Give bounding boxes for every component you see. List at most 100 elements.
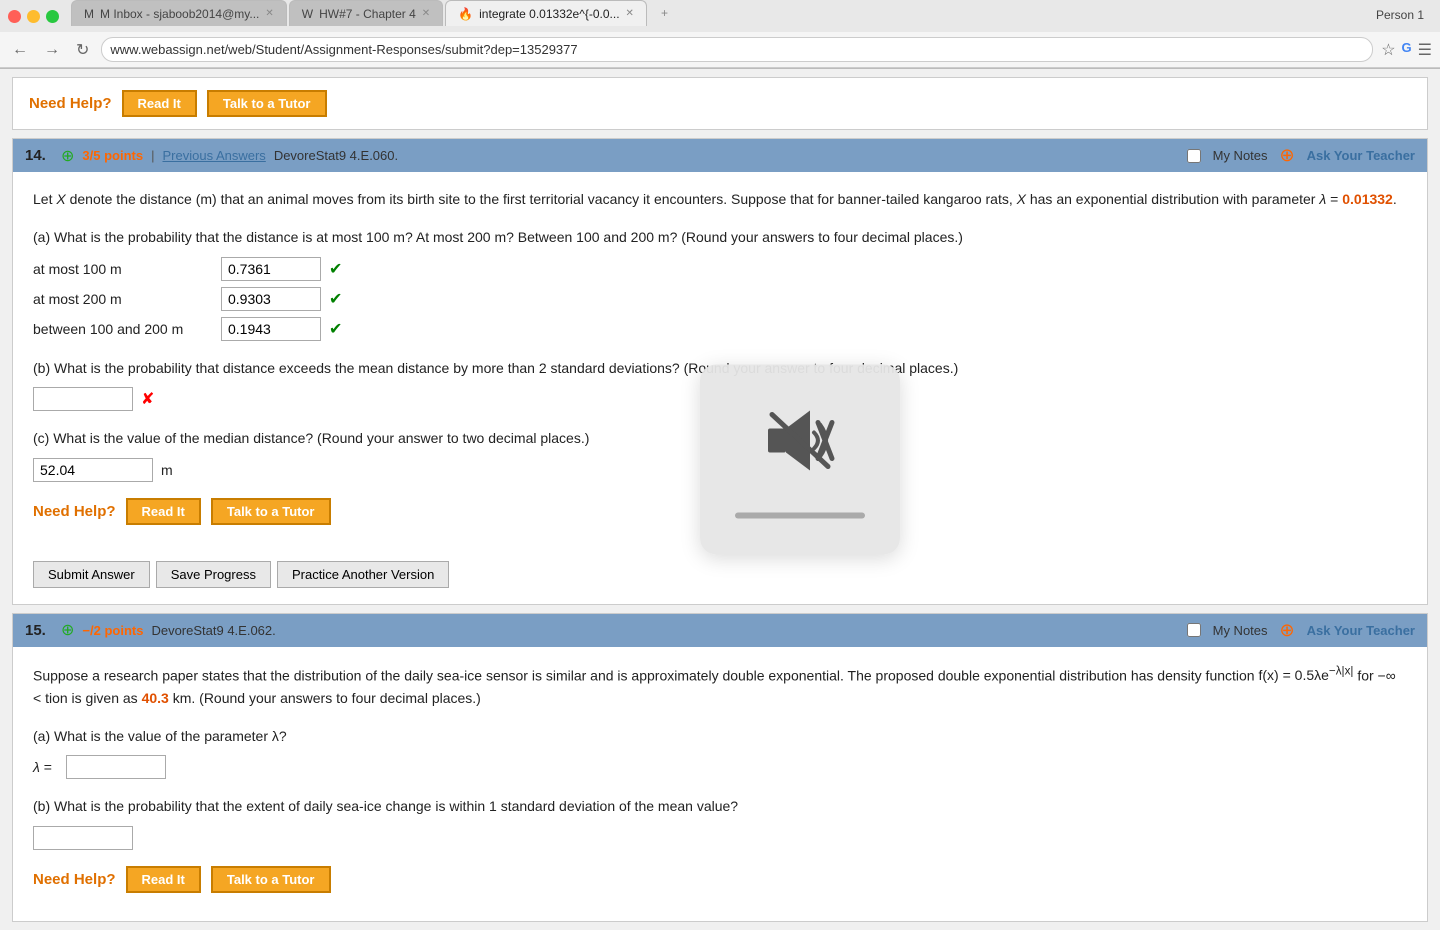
answer-input-b15[interactable] (33, 826, 133, 850)
answer-row-200m: at most 200 m ✔ (33, 287, 1407, 311)
question-14-prev-answers[interactable]: Previous Answers (162, 148, 265, 163)
part-a-label-15: (a) What is the value of the parameter λ… (33, 725, 1407, 747)
between-label: between 100 and 200 m (33, 321, 213, 337)
ask-teacher-plus-icon-15: ⊕ (1280, 620, 1295, 641)
checkmark-between: ✔ (329, 319, 342, 339)
need-help-label: Need Help? (29, 95, 112, 112)
question-15-text: Suppose a research paper states that the… (33, 663, 1407, 709)
answer-input-b[interactable] (33, 387, 133, 411)
answer-row-100m: at most 100 m ✔ (33, 257, 1407, 281)
answer-input-lambda[interactable] (66, 755, 166, 779)
muted-progress-bar (735, 513, 865, 519)
tab-label: HW#7 - Chapter 4 (319, 7, 416, 21)
browser-chrome: M M Inbox - sjaboob2014@my... ✕ W HW#7 -… (0, 0, 1440, 69)
address-bar: ← → ↻ www.webassign.net/web/Student/Assi… (0, 32, 1440, 68)
maximize-window-button[interactable] (46, 10, 59, 23)
tab-close-icon[interactable]: ✕ (626, 8, 634, 19)
tab-close-icon[interactable]: ✕ (265, 8, 273, 19)
action-buttons-14: Submit Answer Save Progress Practice Ano… (13, 553, 1427, 604)
top-question-section: Need Help? Read It Talk to a Tutor (12, 77, 1428, 130)
tab-favicon: W (302, 7, 313, 21)
answer-row-lambda: λ = (33, 755, 1407, 779)
at-most-100-label: at most 100 m (33, 261, 213, 277)
question-14-number: 14. (25, 147, 53, 164)
talk-to-tutor-button-15[interactable]: Talk to a Tutor (211, 866, 331, 893)
google-icon[interactable]: G (1402, 40, 1412, 60)
title-bar: M M Inbox - sjaboob2014@my... ✕ W HW#7 -… (0, 0, 1440, 32)
need-help-row-15: Need Help? Read It Talk to a Tutor (33, 866, 1407, 893)
answer-row-between: between 100 and 200 m ✔ (33, 317, 1407, 341)
tab-favicon: 🔥 (458, 7, 473, 21)
tab-inbox[interactable]: M M Inbox - sjaboob2014@my... ✕ (71, 0, 287, 26)
read-it-button-14[interactable]: Read It (126, 498, 201, 525)
question-15-points: −/2 points (82, 623, 143, 638)
close-window-button[interactable] (8, 10, 21, 23)
tab-close-icon[interactable]: ✕ (422, 8, 430, 19)
talk-to-tutor-button-top[interactable]: Talk to a Tutor (207, 90, 327, 117)
save-progress-button[interactable]: Save Progress (156, 561, 271, 588)
question-15-source: DevoreStat9 4.E.062. (151, 623, 275, 638)
back-button[interactable]: ← (8, 39, 32, 61)
refresh-button[interactable]: ↻ (72, 38, 93, 62)
question-15-block: 15. ⊕ −/2 points DevoreStat9 4.E.062. My… (12, 613, 1428, 922)
median-unit: m (161, 462, 173, 478)
x-mark-b: ✘ (141, 389, 154, 409)
checkmark-100m: ✔ (329, 259, 342, 279)
green-plus-icon-15: ⊕ (61, 620, 74, 640)
address-icons: ☆ G ☰ (1381, 40, 1432, 60)
question-15-body: Suppose a research paper states that the… (13, 647, 1427, 921)
part-b-label-15: (b) What is the probability that the ext… (33, 795, 1407, 817)
muted-overlay (700, 365, 900, 555)
question-14-header-right: My Notes ⊕ Ask Your Teacher (1187, 145, 1415, 166)
talk-to-tutor-button-14[interactable]: Talk to a Tutor (211, 498, 331, 525)
my-notes-checkbox-14[interactable] (1187, 149, 1201, 163)
need-help-label-14: Need Help? (33, 503, 116, 520)
answer-input-c[interactable] (33, 458, 153, 482)
read-it-button-top[interactable]: Read It (122, 90, 197, 117)
question-15-header: 15. ⊕ −/2 points DevoreStat9 4.E.062. My… (13, 614, 1427, 647)
ask-teacher-label-15[interactable]: Ask Your Teacher (1307, 623, 1415, 638)
checkmark-200m: ✔ (329, 289, 342, 309)
part-b-section-15: (b) What is the probability that the ext… (33, 795, 1407, 849)
at-most-200-label: at most 200 m (33, 291, 213, 307)
practice-another-button[interactable]: Practice Another Version (277, 561, 449, 588)
need-help-row-top: Need Help? Read It Talk to a Tutor (29, 90, 1411, 117)
need-help-label-15: Need Help? (33, 871, 116, 888)
answer-input-200m[interactable] (221, 287, 321, 311)
ask-teacher-plus-icon-14: ⊕ (1280, 145, 1295, 166)
question-15-header-right: My Notes ⊕ Ask Your Teacher (1187, 620, 1415, 641)
tab-label: integrate 0.01332e^{-0.0... (479, 7, 619, 21)
url-bar[interactable]: www.webassign.net/web/Student/Assignment… (101, 37, 1373, 62)
my-notes-checkbox-15[interactable] (1187, 623, 1201, 637)
bookmark-icon[interactable]: ☆ (1381, 40, 1395, 60)
menu-icon[interactable]: ☰ (1418, 40, 1432, 60)
tab-integrate[interactable]: 🔥 integrate 0.01332e^{-0.0... ✕ (445, 0, 647, 26)
read-it-button-15[interactable]: Read It (126, 866, 201, 893)
question-14-points: 3/5 points (82, 148, 143, 163)
my-notes-label-15: My Notes (1213, 623, 1268, 638)
muted-icon (760, 401, 840, 497)
person-label: Person 1 (1368, 4, 1432, 26)
submit-answer-button[interactable]: Submit Answer (33, 561, 150, 588)
green-plus-icon: ⊕ (61, 146, 74, 166)
window-buttons (8, 10, 59, 23)
ask-teacher-label-14[interactable]: Ask Your Teacher (1307, 148, 1415, 163)
tab-favicon: M (84, 7, 94, 21)
minimize-window-button[interactable] (27, 10, 40, 23)
tab-label: M Inbox - sjaboob2014@my... (100, 7, 259, 21)
question-14-header: 14. ⊕ 3/5 points | Previous Answers Devo… (13, 139, 1427, 172)
part-a-label: (a) What is the probability that the dis… (33, 226, 1407, 248)
tabs-bar: M M Inbox - sjaboob2014@my... ✕ W HW#7 -… (71, 6, 1432, 26)
answer-row-b15 (33, 826, 1407, 850)
tab-hw7[interactable]: W HW#7 - Chapter 4 ✕ (289, 0, 443, 26)
lambda-label: λ = (33, 759, 52, 775)
part-a-section: (a) What is the probability that the dis… (33, 226, 1407, 340)
part-a-section-15: (a) What is the value of the parameter λ… (33, 725, 1407, 779)
answer-input-100m[interactable] (221, 257, 321, 281)
question-15-number: 15. (25, 622, 53, 639)
tab-new[interactable]: + (649, 0, 689, 26)
my-notes-label-14: My Notes (1213, 148, 1268, 163)
question-14-text: Let X denote the distance (m) that an an… (33, 188, 1407, 210)
answer-input-between[interactable] (221, 317, 321, 341)
forward-button[interactable]: → (40, 39, 64, 61)
